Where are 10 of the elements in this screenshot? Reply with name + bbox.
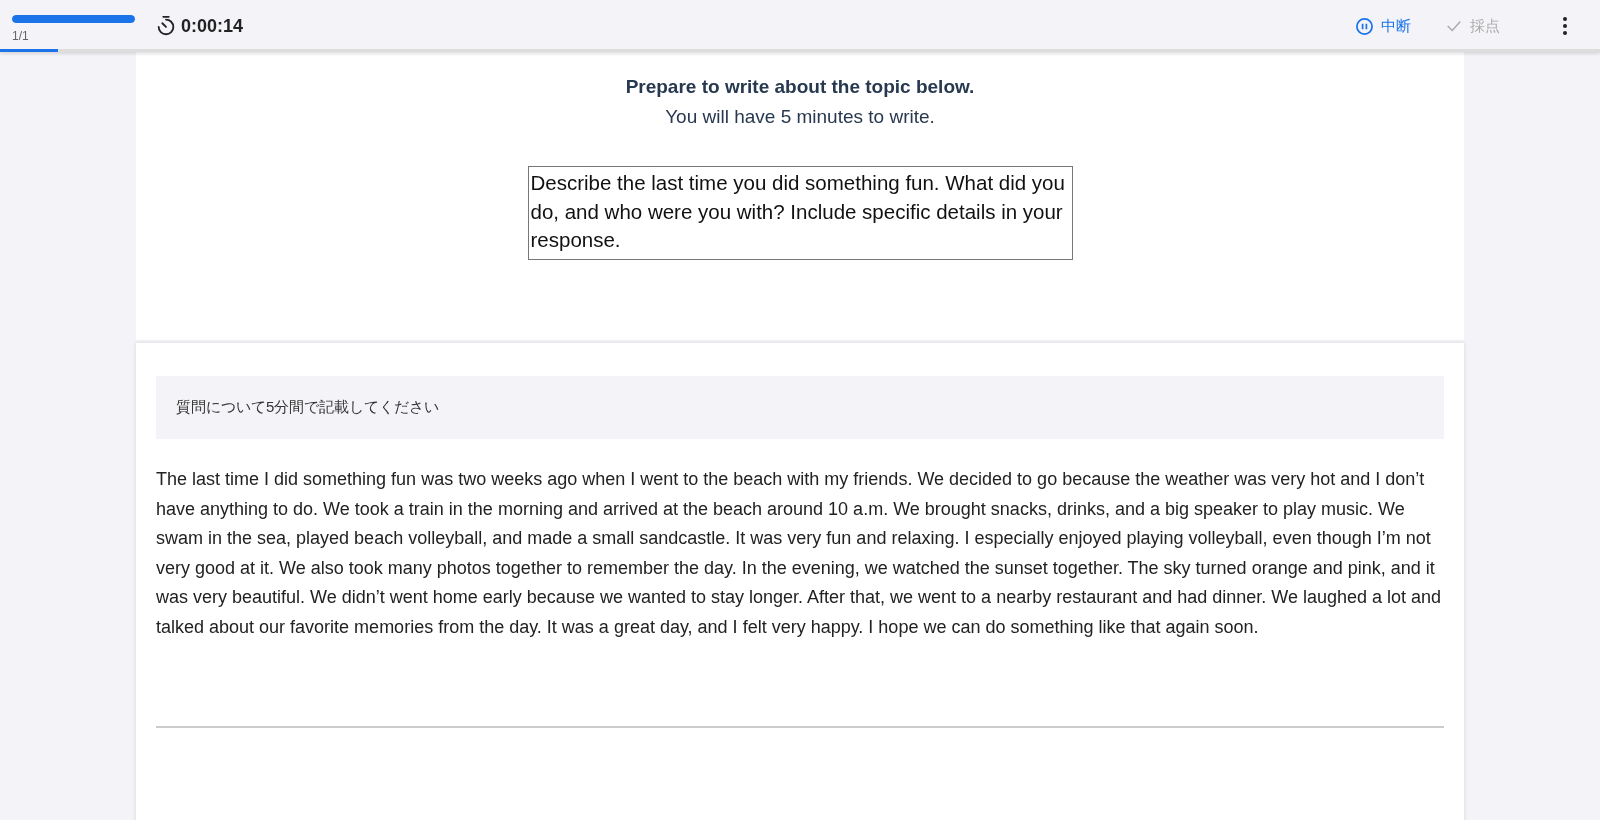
answer-hint: 質問について5分間で記載してください (156, 376, 1444, 439)
pause-icon (1355, 16, 1374, 36)
topic-text: Describe the last time you did something fun. What did you do, and who were you with? Include specific details in your response. (527, 166, 1073, 260)
pause-button[interactable]: 中断 (1351, 12, 1415, 40)
question-counter: 1/1 (12, 29, 30, 43)
answer-text[interactable]: The last time I did something fun was two weeks ago when I went to the beach with my friends. We decided to go because the weather was very hot and I don’t have anything to do. We took a train in the morning and arrived at the beach around 10 a.m. We brought snacks, drinks, and a big speaker to play music. We swam in the sea, played beach volleyball, and made a small sandcastle. It was very fun and relaxing. I especially enjoyed playing volleyball, even though I’m not very good at it. We also took many photos together to remember the day. In the evening, we watched the sunset together. The sky turned orange and pink, and it was very beautiful. We didn’t went home early because we wanted to stay longer. After that, we went to a nearby restaurant and had dinner. We laughed a lot and talked about our favorite memories from the day. It was a great day, and I felt very happy. I hope we can do something like that again soon. (156, 465, 1444, 642)
instruction-subtitle: You will have 5 minutes to write. (665, 106, 935, 128)
instruction-title: Prepare to write about the topic below. (625, 76, 975, 98)
timer-text: 0:00:14 (181, 15, 244, 37)
timer-icon (155, 15, 177, 37)
